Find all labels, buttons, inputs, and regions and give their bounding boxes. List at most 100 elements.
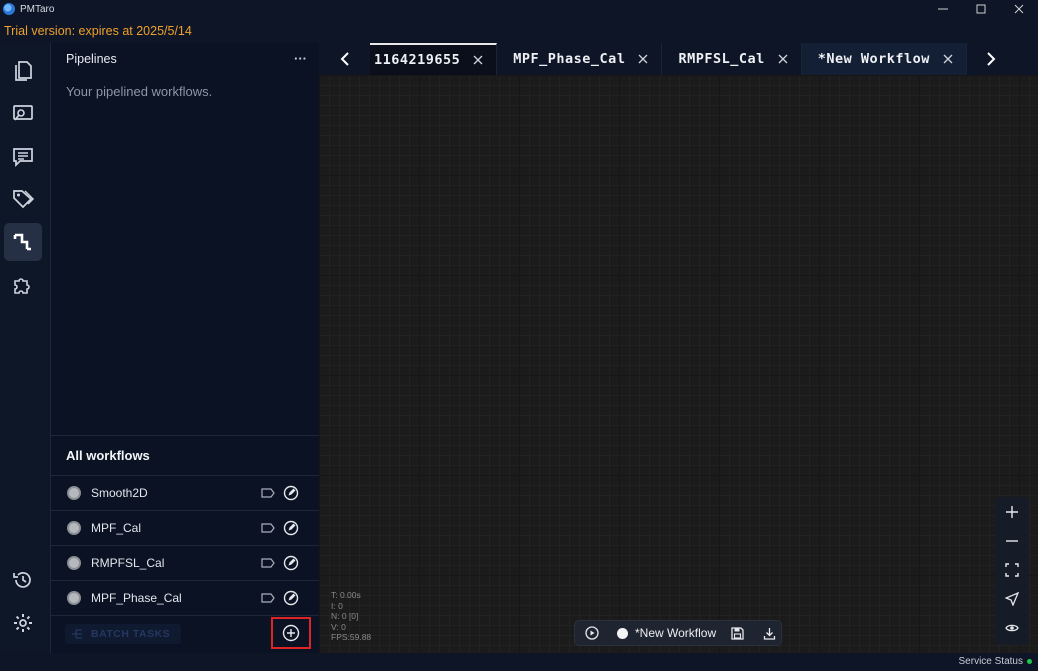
rail-documents[interactable] — [4, 52, 42, 90]
app-title: PMTaro — [20, 3, 55, 15]
rail-pipeline[interactable] — [4, 223, 42, 261]
nav-rail — [0, 43, 51, 653]
workflow-name: RMPFSL_Cal — [91, 556, 165, 570]
stat-v: V: 0 — [331, 621, 346, 632]
close-icon[interactable] — [637, 53, 649, 65]
chevron-right-icon — [987, 52, 996, 66]
batch-tasks-button[interactable]: BATCH TASKS — [65, 624, 181, 644]
pipeline-icon — [13, 233, 31, 251]
rail-plugins[interactable] — [4, 266, 42, 304]
documents-icon — [15, 61, 32, 81]
window-controls — [924, 0, 1038, 18]
workflow-name: MPF_Cal — [91, 521, 142, 535]
play-icon — [585, 626, 599, 640]
tags-icon — [13, 190, 35, 209]
edit-icon[interactable] — [282, 484, 300, 502]
add-workflow-button[interactable] — [271, 617, 311, 649]
workflow-toolbar: *New Workflow — [574, 620, 782, 646]
rail-tags[interactable] — [4, 180, 42, 218]
puzzle-icon — [14, 278, 30, 294]
toggle-visibility-button[interactable] — [995, 613, 1029, 642]
zoom-controls — [995, 497, 1029, 645]
pipelines-title: Pipelines — [66, 52, 117, 66]
tab-1164219655[interactable]: 1164219655 — [370, 43, 498, 75]
app-logo-icon — [3, 3, 15, 15]
minimize-button[interactable] — [924, 0, 962, 18]
maximize-button[interactable] — [962, 0, 1000, 18]
minus-icon — [1006, 539, 1018, 542]
zoom-in-button[interactable] — [995, 497, 1029, 526]
plus-circle-icon — [282, 624, 300, 642]
pipelines-empty-text: Your pipelined workflows. — [66, 84, 213, 99]
close-icon[interactable] — [472, 54, 484, 66]
workflow-item[interactable]: Smooth2D — [51, 476, 319, 511]
download-button[interactable] — [760, 624, 778, 642]
run-button[interactable] — [583, 624, 601, 642]
workflows-title: All workflows — [66, 448, 150, 463]
workflow-bar-name: *New Workflow — [635, 626, 717, 640]
tab-label: 1164219655 — [374, 52, 461, 68]
edit-icon[interactable] — [282, 589, 300, 607]
close-icon[interactable] — [942, 53, 954, 65]
workflow-status-dot — [67, 521, 81, 535]
workflow-status-dot — [67, 486, 81, 500]
stat-time: T: 0.00s — [331, 590, 361, 600]
workflow-name: MPF_Phase_Cal — [91, 591, 182, 605]
close-icon[interactable] — [777, 53, 789, 65]
close-window-button[interactable] — [1000, 0, 1038, 18]
plus-icon — [1006, 505, 1018, 518]
monitor-search-icon — [13, 105, 33, 121]
save-icon — [730, 626, 744, 640]
tag-icon[interactable] — [260, 520, 276, 536]
stat-n: N: 0 [0] — [331, 611, 359, 621]
service-status-dot — [1027, 659, 1032, 664]
chevron-left-icon — [340, 52, 349, 66]
tab-label: *New Workflow — [817, 51, 930, 67]
send-icon — [1005, 591, 1019, 606]
edit-icon[interactable] — [282, 519, 300, 537]
stat-i: I: 0 — [331, 600, 343, 611]
rail-chat[interactable] — [4, 138, 42, 176]
workflow-item[interactable]: RMPFSL_Cal — [51, 546, 319, 581]
navigate-button[interactable] — [995, 584, 1029, 613]
zoom-out-button[interactable] — [995, 526, 1029, 555]
settings-icon — [14, 614, 32, 632]
rail-history[interactable] — [4, 561, 42, 599]
edit-icon[interactable] — [282, 554, 300, 572]
tab-mpf-phase-cal[interactable]: MPF_Phase_Cal — [497, 43, 663, 75]
save-button[interactable] — [728, 624, 746, 642]
more-menu-button[interactable]: ··· — [294, 51, 307, 66]
tab-new-workflow[interactable]: *New Workflow — [801, 43, 967, 75]
batch-icon — [72, 629, 82, 639]
trial-banner: Trial version: expires at 2025/5/14 — [0, 18, 1038, 43]
workflows-header: All workflows — [51, 435, 319, 476]
rail-settings[interactable] — [4, 604, 42, 642]
workflow-status-dot — [67, 556, 81, 570]
pipelines-panel: Pipelines ··· Your pipelined workflows. … — [51, 43, 319, 653]
workflow-name: Smooth2D — [91, 486, 148, 500]
workflow-item[interactable]: MPF_Cal — [51, 511, 319, 546]
tab-scroll-right-button[interactable] — [967, 43, 1015, 75]
tag-icon[interactable] — [260, 590, 276, 606]
service-status-label[interactable]: Service Status — [959, 656, 1023, 667]
rail-monitor[interactable] — [4, 95, 42, 133]
workflow-canvas[interactable]: T: 0.00s I: 0 N: 0 [0] V: 0 FPS:59.88 *N… — [319, 75, 1038, 653]
tag-icon[interactable] — [260, 485, 276, 501]
chat-icon — [13, 148, 33, 168]
workflow-status-dot — [67, 591, 81, 605]
title-bar: PMTaro — [0, 0, 1038, 18]
canvas-stats: T: 0.00s I: 0 N: 0 [0] V: 0 FPS:59.88 — [331, 590, 371, 643]
workflow-item[interactable]: MPF_Phase_Cal — [51, 581, 319, 616]
eye-icon — [1005, 624, 1019, 631]
status-bar: Service Status — [0, 653, 1038, 671]
fit-view-button[interactable] — [995, 555, 1029, 584]
tab-rmpfsl-cal[interactable]: RMPFSL_Cal — [662, 43, 802, 75]
tab-bar: 1164219655 MPF_Phase_Cal RMPFSL_Cal *New… — [319, 43, 1038, 75]
tag-icon[interactable] — [260, 555, 276, 571]
stat-fps: FPS:59.88 — [331, 632, 372, 642]
tab-label: MPF_Phase_Cal — [513, 51, 626, 67]
tab-scroll-left-button[interactable] — [319, 43, 370, 75]
pipelines-header: Pipelines ··· — [51, 43, 319, 75]
download-icon — [763, 627, 775, 640]
trial-text: Trial version: expires at 2025/5/14 — [4, 23, 192, 38]
